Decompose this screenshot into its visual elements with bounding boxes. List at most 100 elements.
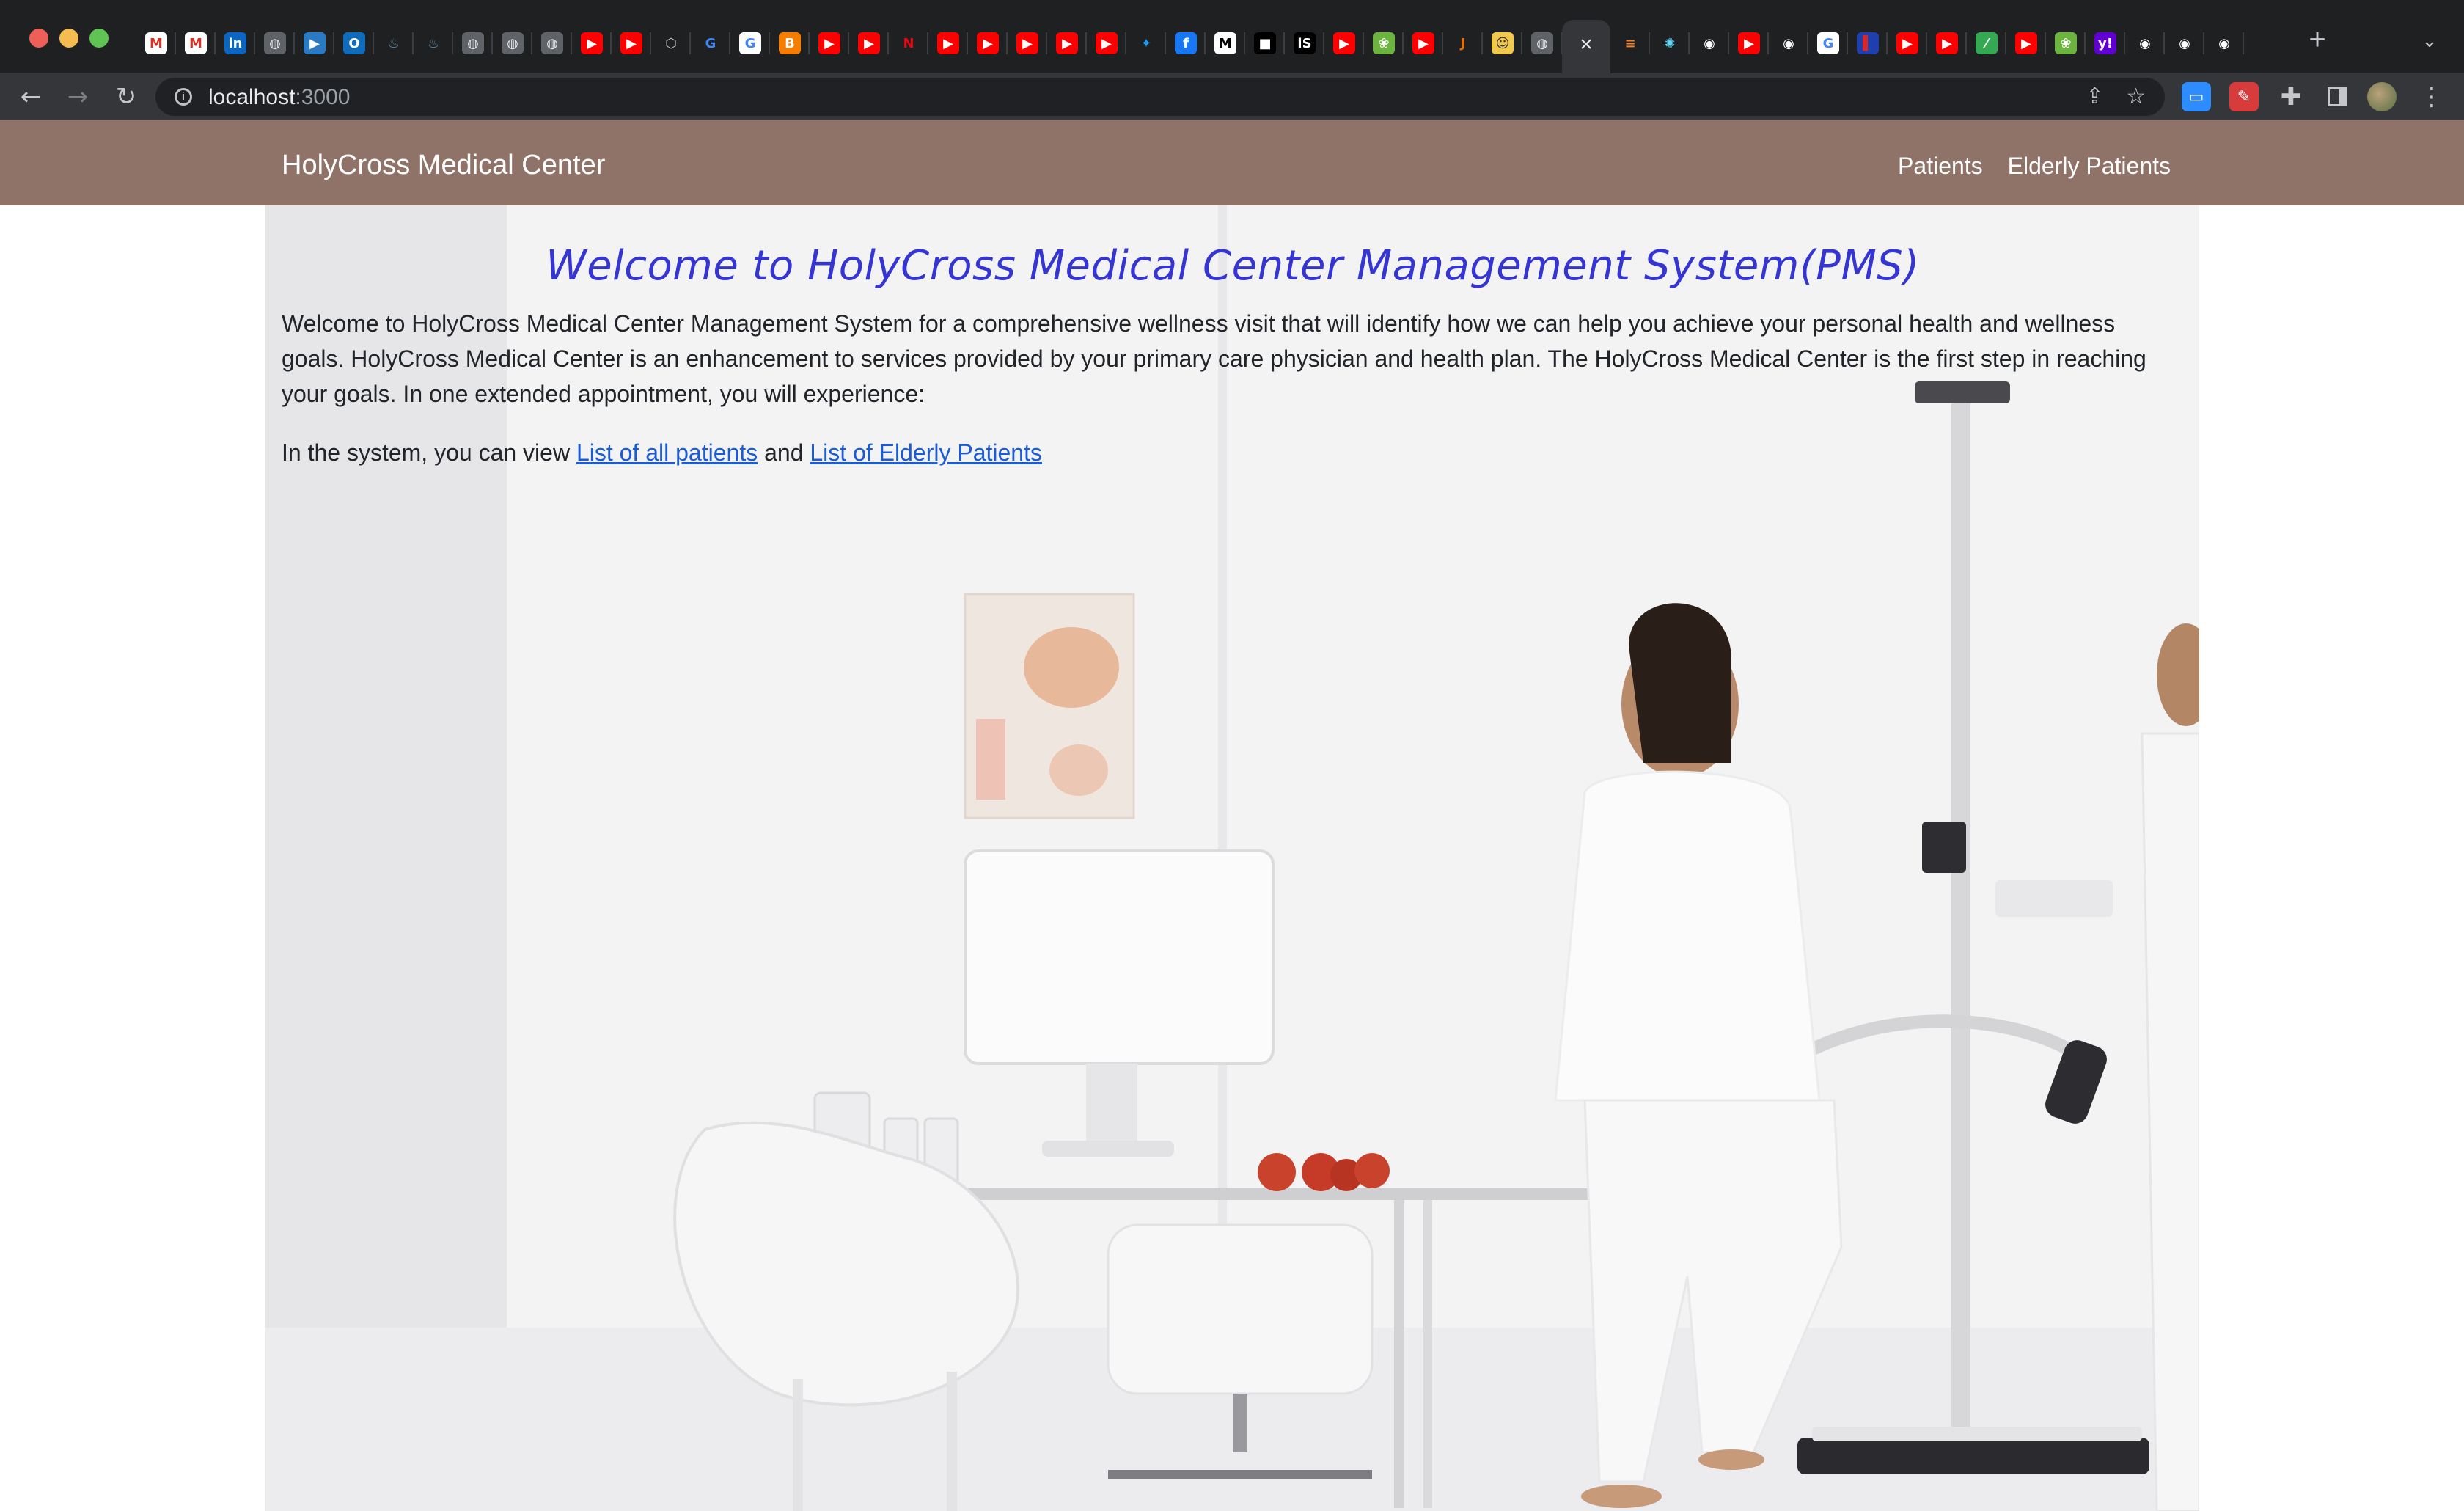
window-close-button[interactable] (29, 29, 48, 48)
close-tab-icon[interactable]: × (1580, 32, 1593, 57)
browser-tab[interactable]: ▶ (810, 19, 849, 67)
browser-tab[interactable]: in (216, 19, 255, 67)
browser-tab[interactable]: ◉ (2204, 19, 2244, 67)
side-panel-icon[interactable] (2322, 82, 2352, 111)
browser-tab[interactable]: ▶ (295, 19, 334, 67)
extensions-puzzle-icon[interactable]: ✚ (2276, 82, 2306, 111)
back-arrow-icon[interactable]: ← (15, 81, 47, 113)
browser-tab[interactable]: N (889, 19, 928, 67)
youtube-icon: ▶ (2015, 32, 2037, 54)
browser-tab[interactable]: ✺ (1650, 19, 1690, 67)
elderly-patients-link[interactable]: List of Elderly Patients (810, 439, 1042, 466)
links-prefix-text: In the system, you can view (282, 439, 576, 466)
browser-tab[interactable]: ◉ (1690, 19, 1729, 67)
reload-icon[interactable]: ↻ (110, 81, 142, 113)
globe-icon: ◍ (264, 32, 286, 54)
google-icon: G (700, 32, 722, 54)
browser-tab[interactable]: G (1808, 19, 1848, 67)
browser-tab[interactable]: ◉ (2165, 19, 2204, 67)
browser-tab[interactable]: ⬡ (651, 19, 691, 67)
youtube-icon: ▶ (581, 32, 603, 54)
browser-tab[interactable]: ▶ (968, 19, 1008, 67)
navbar-brand[interactable]: HolyCross Medical Center (282, 150, 605, 181)
github-icon: ◉ (2174, 32, 2196, 54)
nav-link-elderly-patients[interactable]: Elderly Patients (2008, 153, 2171, 180)
browser-tab[interactable]: ▶ (1324, 19, 1364, 67)
youtube-icon: ▶ (1738, 32, 1760, 54)
browser-tab[interactable]: J (1443, 19, 1483, 67)
globe-icon: ◍ (462, 32, 484, 54)
browser-tab[interactable]: G (691, 19, 730, 67)
browser-tab[interactable]: f (1166, 19, 1206, 67)
browser-tab[interactable]: ◍ (453, 19, 493, 67)
facebook-icon: f (1175, 32, 1197, 54)
browser-tab[interactable]: ▶ (572, 19, 612, 67)
linkedin-icon: in (224, 32, 246, 54)
tab-search-chevron-icon[interactable]: ⌄ (2419, 29, 2441, 51)
github-icon: ◉ (2213, 32, 2235, 54)
browser-tab[interactable]: iS (1285, 19, 1324, 67)
github-icon: ◉ (1698, 32, 1720, 54)
browser-menu-icon[interactable]: ⋮ (2417, 82, 2446, 111)
browser-tab[interactable]: ⁄ (1967, 19, 2006, 67)
java-icon: ♨ (383, 32, 405, 54)
address-bar[interactable]: i localhost:3000 ⇪ ☆ (155, 78, 2165, 116)
browser-tab[interactable]: ▶ (1404, 19, 1443, 67)
browser-tab[interactable]: ☺ (1483, 19, 1522, 67)
browser-tab[interactable]: ◍ (1522, 19, 1562, 67)
browser-tab[interactable]: ▶ (1888, 19, 1927, 67)
browser-tab[interactable]: ▶ (1729, 19, 1769, 67)
window-zoom-button[interactable] (89, 29, 109, 48)
browser-tab[interactable]: M (176, 19, 216, 67)
browser-tab[interactable]: ■ (1245, 19, 1285, 67)
nav-link-patients[interactable]: Patients (1898, 153, 1983, 180)
browser-tab[interactable]: ▶ (1087, 19, 1126, 67)
browser-tab[interactable]: ❀ (2046, 19, 2086, 67)
browser-tab[interactable]: G (730, 19, 770, 67)
browser-tab[interactable]: ▶ (2006, 19, 2046, 67)
gmail-icon: M (145, 32, 167, 54)
screenshot-extension-icon[interactable]: ✎ (2229, 82, 2259, 111)
new-tab-button[interactable]: + (2303, 25, 2332, 54)
share-icon[interactable]: ⇪ (2086, 84, 2104, 109)
browser-tab[interactable]: ❀ (1364, 19, 1404, 67)
browser-tab[interactable]: y! (2086, 19, 2125, 67)
browser-tab[interactable]: ♨ (374, 19, 414, 67)
browser-tab[interactable]: M (1206, 19, 1245, 67)
browser-tab[interactable]: ◍ (532, 19, 572, 67)
browser-tab[interactable]: ◉ (2125, 19, 2165, 67)
spring-icon: ❀ (2055, 32, 2077, 54)
browser-tab[interactable]: ◍ (255, 19, 295, 67)
browser-tab[interactable]: ◉ (1769, 19, 1808, 67)
forward-arrow-icon[interactable]: → (62, 81, 94, 113)
browser-tab[interactable]: ▶ (1047, 19, 1087, 67)
browser-tab[interactable]: M (136, 19, 176, 67)
browser-tab[interactable]: ▶ (1927, 19, 1967, 67)
netflix-icon: N (898, 32, 920, 54)
browser-tab[interactable]: ▶ (1008, 19, 1047, 67)
url-text[interactable]: localhost:3000 (208, 85, 350, 110)
browser-tab[interactable]: ≡ (1610, 19, 1650, 67)
site-info-icon[interactable]: i (175, 88, 192, 106)
browser-tab[interactable]: ▌ (1848, 19, 1888, 67)
bookmark-star-icon[interactable]: ☆ (2126, 84, 2146, 109)
browser-tab[interactable]: B (770, 19, 810, 67)
browser-tab[interactable]: O (334, 19, 374, 67)
browser-tab[interactable]: ◍ (493, 19, 532, 67)
react-icon: ✺ (1659, 32, 1681, 54)
browser-tab[interactable]: ♨ (414, 19, 453, 67)
twitter-icon: ✦ (1135, 32, 1157, 54)
browser-tab[interactable]: ✦ (1126, 19, 1166, 67)
globe-icon: ◍ (502, 32, 524, 54)
globe-icon: ◍ (1531, 32, 1553, 54)
all-patients-link[interactable]: List of all patients (576, 439, 758, 466)
zoom-extension-icon[interactable]: ▭ (2182, 82, 2211, 111)
browser-tab[interactable]: ▶ (849, 19, 889, 67)
window-minimize-button[interactable] (59, 29, 78, 48)
emoji-icon: ☺ (1492, 32, 1514, 54)
box-icon: ⬡ (660, 32, 682, 54)
profile-avatar[interactable] (2367, 82, 2397, 111)
github-icon: ◉ (1778, 32, 1800, 54)
browser-tab[interactable]: ▶ (928, 19, 968, 67)
browser-tab[interactable]: ▶ (612, 19, 651, 67)
